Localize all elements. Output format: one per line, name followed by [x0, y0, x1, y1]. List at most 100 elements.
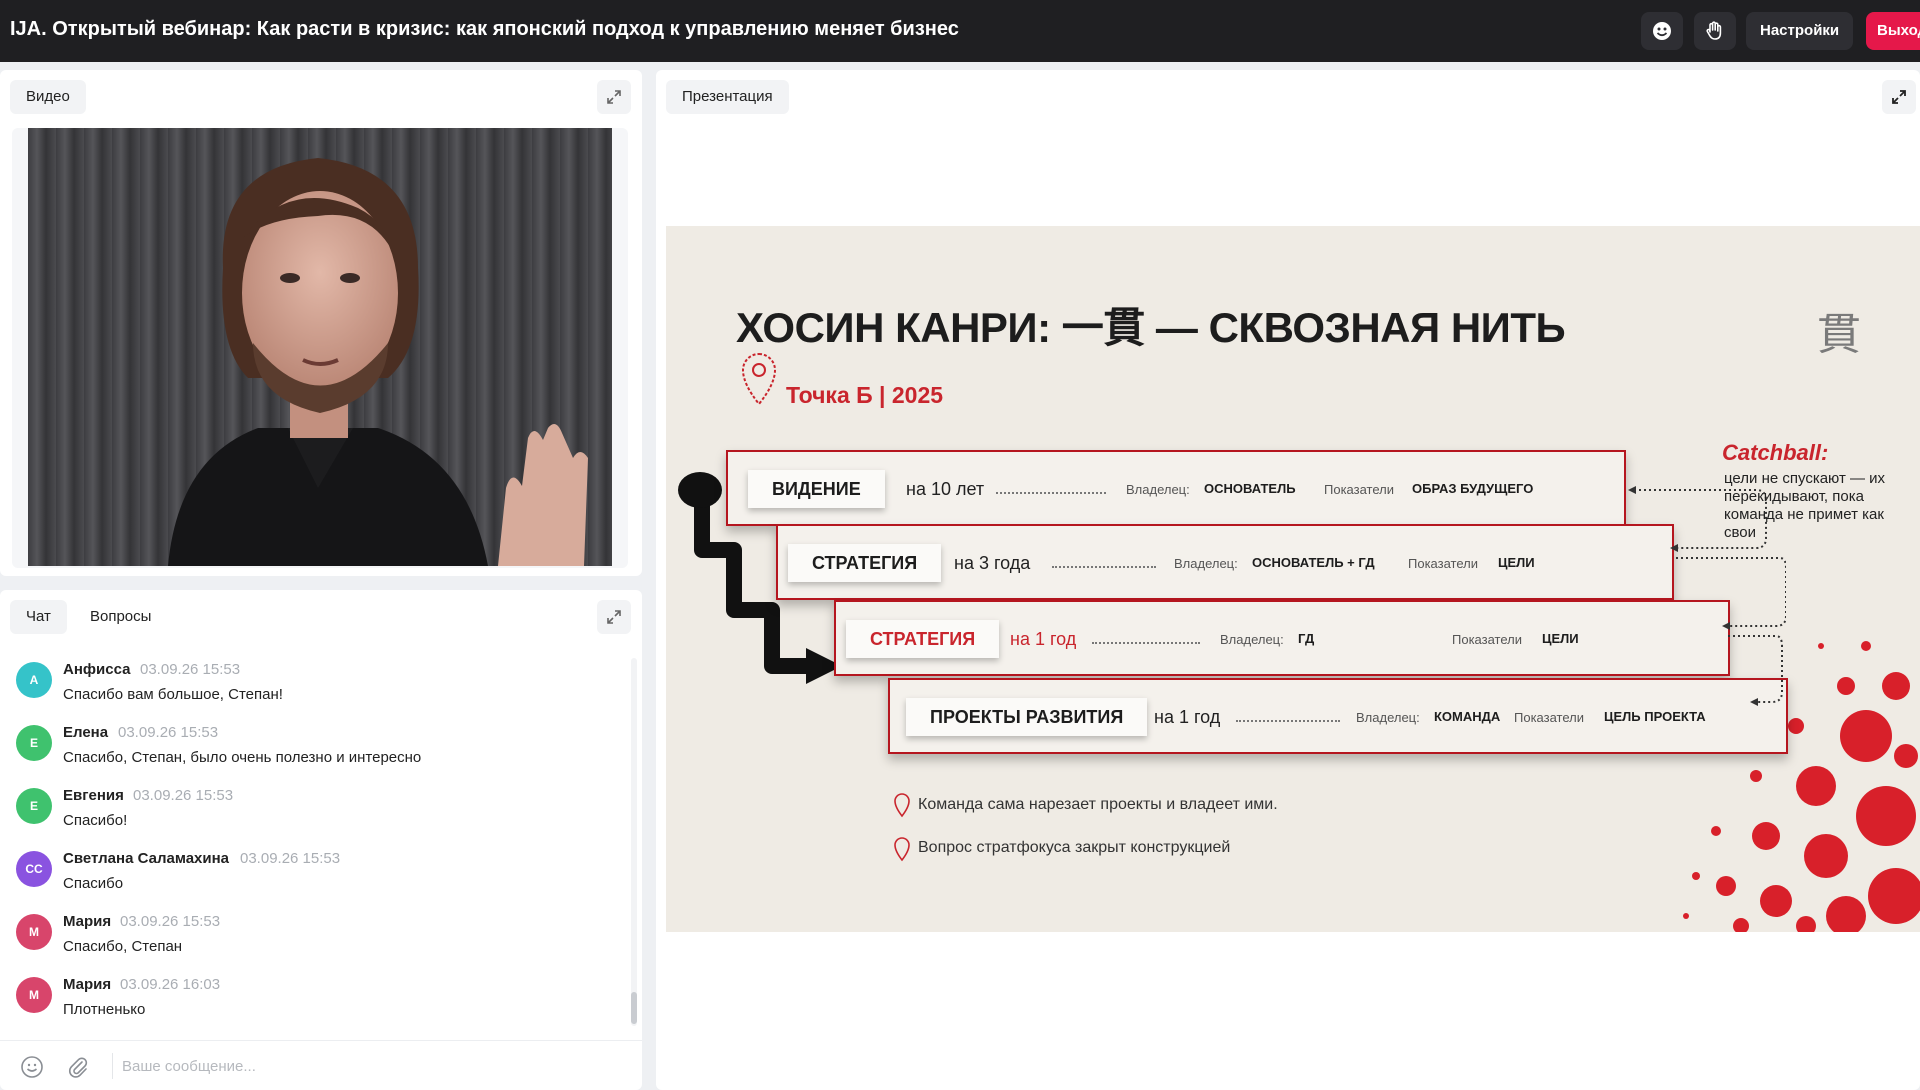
attach-file-button[interactable]	[66, 1055, 90, 1084]
message-author: Елена	[63, 724, 109, 741]
dotted-leader	[1236, 720, 1340, 722]
owner-key: Владелец:	[1220, 632, 1284, 647]
hierarchy-level-strategy-1y: СТРАТЕГИЯ на 1 год Владелец: ГД Показате…	[834, 600, 1730, 676]
message-time: 03.09.26 15:53	[240, 850, 341, 867]
exit-button[interactable]: Выход	[1866, 12, 1920, 50]
presentation-slide: ХОСИН КАНРИ: 一貫 — СКВОЗНАЯ НИТЬ 貫 Точка …	[666, 226, 1920, 932]
level-label: СТРАТЕГИЯ	[788, 544, 942, 582]
expand-icon	[1892, 90, 1906, 104]
avatar: Е	[16, 788, 52, 824]
message-author: Анфисса	[63, 661, 131, 678]
slide-note: Команда сама нарезает проекты и владеет …	[918, 796, 1278, 813]
chat-scrollbar[interactable]	[631, 658, 637, 1026]
slide-title: ХОСИН КАНРИ: 一貫 — СКВОЗНАЯ НИТЬ	[736, 304, 1566, 351]
level-horizon: на 3 года	[954, 553, 1031, 573]
tab-questions[interactable]: Вопросы	[74, 600, 168, 634]
level-label: ПРОЕКТЫ РАЗВИТИЯ	[906, 698, 1148, 736]
chat-message: СС Светлана Саламахина 03.09.26 15:53 Сп…	[16, 847, 616, 903]
level-horizon: на 1 год	[1154, 707, 1221, 727]
top-bar: IJA. Открытый вебинар: Как расти в кризи…	[0, 0, 1920, 62]
speaker-image	[168, 158, 588, 566]
owner-value: ОСНОВАТЕЛЬ	[1204, 481, 1296, 496]
message-time: 03.09.26 16:03	[120, 976, 221, 993]
location-pin-icon	[894, 837, 910, 862]
owner-key: Владелец:	[1174, 556, 1238, 571]
dotted-leader	[996, 492, 1106, 494]
avatar: СС	[16, 851, 52, 887]
catchball-text: цели не спускают — их перекидывают, пока…	[1724, 470, 1886, 541]
message-time: 03.09.26 15:53	[133, 787, 234, 804]
message-time: 03.09.26 15:53	[140, 661, 241, 678]
slide-note: Вопрос стратфокуса закрыт конструкцией	[918, 839, 1231, 856]
chat-composer	[0, 1040, 642, 1090]
owner-value: ГД	[1298, 631, 1315, 646]
chat-message: М Мария 03.09.26 15:53 Спасибо, Степан	[16, 910, 616, 966]
emoji-picker-button[interactable]	[20, 1055, 44, 1084]
avatar: М	[16, 914, 52, 950]
paperclip-icon	[69, 1057, 88, 1078]
chat-scroll-thumb[interactable]	[631, 992, 637, 1024]
expand-icon	[607, 90, 621, 104]
smile-icon	[1653, 22, 1671, 40]
avatar: М	[16, 977, 52, 1013]
tab-chat[interactable]: Чат	[10, 600, 67, 634]
metrics-value: ЦЕЛИ	[1498, 555, 1535, 570]
message-author: Мария	[63, 976, 112, 993]
settings-button[interactable]: Настройки	[1746, 12, 1854, 50]
tab-presentation[interactable]: Презентация	[666, 80, 789, 114]
level-label: СТРАТЕГИЯ	[846, 620, 1000, 658]
metrics-key: Показатели	[1452, 632, 1522, 647]
chat-message: А Анфисса 03.09.26 15:53 Спасибо вам бол…	[16, 658, 616, 714]
owner-value: КОМАНДА	[1434, 709, 1501, 724]
message-text: Плотненько	[63, 1001, 146, 1018]
chat-message: М Мария 03.09.26 16:03 Плотненько	[16, 973, 616, 1029]
hierarchy-level-strategy-3y: СТРАТЕГИЯ на 3 года Владелец: ОСНОВАТЕЛЬ…	[776, 524, 1674, 600]
hierarchy-level-vision: ВИДЕНИЕ на 10 лет Владелец: ОСНОВАТЕЛЬ П…	[726, 450, 1626, 526]
chat-panel: Чат Вопросы А Анфисса 03.09.26 15:53 Спа…	[0, 590, 642, 1090]
metrics-key: Показатели	[1514, 710, 1584, 725]
presentation-panel: Презентация ХОСИН КАНРИ: 一貫 — СКВОЗНАЯ Н…	[656, 70, 1920, 1090]
message-text: Спасибо!	[63, 812, 128, 829]
level-horizon: на 1 год	[1010, 629, 1077, 649]
emoji-reaction-button[interactable]	[1641, 12, 1683, 50]
message-author: Мария	[63, 913, 112, 930]
owner-value: ОСНОВАТЕЛЬ + ГД	[1252, 555, 1375, 570]
video-player[interactable]	[12, 128, 628, 568]
smile-icon	[21, 1056, 43, 1078]
message-text: Спасибо, Степан	[63, 938, 183, 955]
message-author: Евгения	[63, 787, 124, 804]
tab-video[interactable]: Видео	[10, 80, 86, 114]
message-text: Спасибо, Степан, было очень полезно и ин…	[63, 749, 422, 766]
message-time: 03.09.26 15:53	[118, 724, 219, 741]
location-pin-icon	[894, 793, 910, 818]
level-horizon: на 10 лет	[906, 479, 985, 499]
message-author: Светлана Саламахина	[63, 850, 230, 867]
avatar: Е	[16, 725, 52, 761]
level-label: ВИДЕНИЕ	[748, 470, 885, 508]
chat-expand-button[interactable]	[597, 600, 631, 634]
expand-icon	[607, 610, 621, 624]
metrics-key: Показатели	[1324, 482, 1394, 497]
hand-icon	[1706, 21, 1722, 40]
slide-kanji: 貫	[1817, 309, 1861, 360]
metrics-value: ЦЕЛИ	[1542, 631, 1579, 646]
metrics-value: ОБРАЗ БУДУЩЕГО	[1412, 481, 1534, 496]
avatar: А	[16, 662, 52, 698]
location-pin-icon	[741, 352, 777, 406]
catchball-title: Catchball:	[1722, 440, 1829, 465]
chat-message: Е Елена 03.09.26 15:53 Спасибо, Степан, …	[16, 721, 616, 777]
webinar-title: IJA. Открытый вебинар: Как расти в кризи…	[10, 18, 959, 40]
video-panel: Видео	[0, 70, 642, 576]
owner-key: Владелец:	[1126, 482, 1190, 497]
dotted-leader	[1052, 566, 1156, 568]
composer-divider	[112, 1053, 113, 1079]
video-expand-button[interactable]	[597, 80, 631, 114]
owner-key: Владелец:	[1356, 710, 1420, 725]
message-input[interactable]	[122, 1051, 622, 1081]
metrics-key: Показатели	[1408, 556, 1478, 571]
raise-hand-button[interactable]	[1694, 12, 1736, 50]
presentation-expand-button[interactable]	[1882, 80, 1916, 114]
message-text: Спасибо вам большое, Степан!	[63, 686, 283, 703]
message-text: Спасибо	[63, 875, 124, 892]
chat-message: Е Евгения 03.09.26 15:53 Спасибо!	[16, 784, 616, 840]
